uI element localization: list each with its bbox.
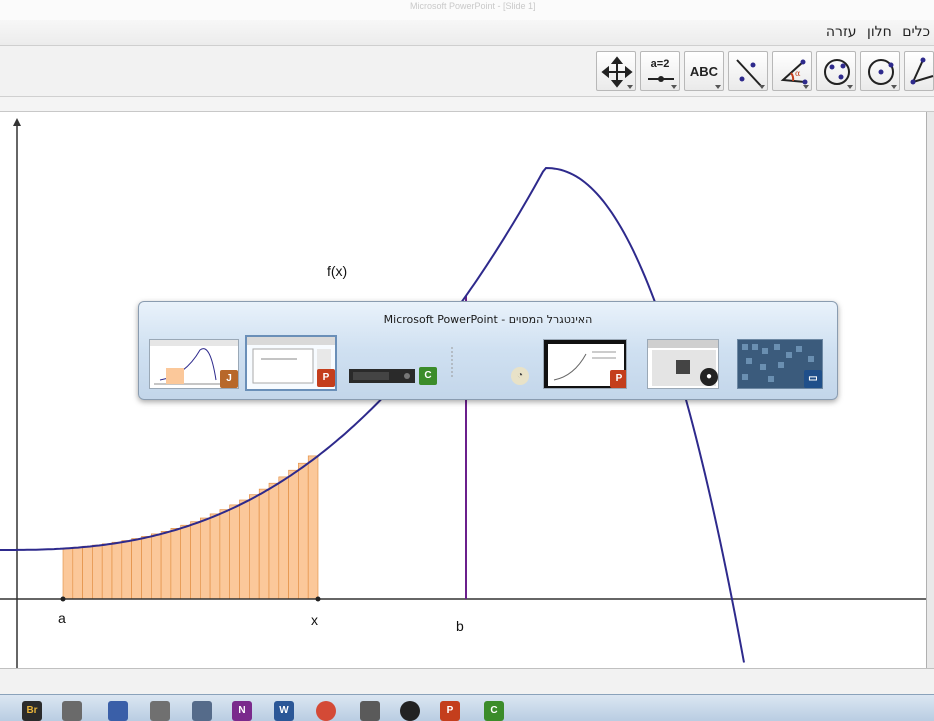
app-window-thumb[interactable]: ◔ [509,339,531,389]
tool-menu-caret-icon [759,85,765,89]
point-b-label: b [456,618,464,634]
menu-bar: כלים חלון עזרה [0,20,934,46]
desktop-thumb[interactable]: ▭ [737,339,823,389]
riemann-bar [190,521,201,600]
desktop-icon: ▭ [804,370,822,388]
riemann-bar [62,547,74,600]
window-right-border [926,112,934,668]
bridge-icon[interactable]: Br [22,701,42,721]
onenote-icon[interactable]: N [232,701,252,721]
blank-preview [451,347,453,379]
media-icon: ● [700,368,718,386]
circle-tool[interactable] [860,51,900,91]
riemann-bar [170,527,181,600]
paint-app-icon[interactable] [62,701,82,721]
camtasia-recorder-thumb[interactable]: C [347,339,437,389]
riemann-bar [298,462,309,600]
svg-text:α: α [795,69,801,78]
blank-window-thumb[interactable] [447,339,457,389]
tools-app-icon[interactable] [360,701,380,721]
point-x[interactable] [315,596,321,602]
chrome-icon[interactable] [316,701,336,721]
riemann-bar [111,541,123,600]
task-switcher-title: Microsoft PowerPoint - האינטגרל המסוים [383,313,593,326]
tool-menu-caret-icon [891,85,897,89]
media-player-icon[interactable] [400,701,420,721]
riemann-bar [258,488,270,600]
riemann-bar [141,536,152,600]
tool-menu-caret-icon [715,85,721,89]
polygon-tool[interactable] [904,51,934,91]
riemann-bar [131,538,142,600]
riemann-bar [200,517,211,600]
geogebra-toolbar: a=2 ABC α [0,46,934,97]
camtasia-icon: C [419,367,437,385]
riemann-bar [268,482,280,600]
riemann-bar [288,469,299,600]
text-tool[interactable]: ABC [684,51,724,91]
menu-tools[interactable]: כלים [902,24,930,40]
media-window-thumb[interactable]: ● [647,339,719,389]
tool-menu-caret-icon [627,85,633,89]
move-graphics-view-tool[interactable] [596,51,636,91]
riemann-bar [219,509,230,600]
menu-help[interactable]: עזרה [826,24,857,40]
window-title: Microsoft PowerPoint - [Slide 1] [410,1,536,11]
text-tool-text: ABC [689,64,719,79]
menu-window[interactable]: חלון [867,24,892,40]
writing-app-icon[interactable] [192,701,212,721]
camtasia-taskbar-icon[interactable]: C [484,701,504,721]
riemann-bar [229,504,240,600]
riemann-bar [160,530,172,600]
polygon-icon [910,57,934,85]
powerpoint-window-thumb[interactable]: P [245,335,337,391]
powerpoint-icon: P [610,370,626,388]
riemann-sum-bars [62,455,319,600]
powerpoint-icon: P [317,369,335,387]
function-label: f(x) [327,263,348,279]
reflect-line-tool[interactable] [728,51,768,91]
menu-items: כלים חלון עזרה [820,24,930,40]
gear-app-icon[interactable] [150,701,170,721]
window-title-bar: Microsoft PowerPoint - [Slide 1] [0,0,934,20]
riemann-bar [180,524,191,600]
riemann-bar [209,513,221,600]
riemann-bar [307,455,319,600]
point-a[interactable] [60,596,66,602]
view-divider-strip [0,97,934,112]
riemann-bar [278,476,289,600]
word-icon[interactable]: W [274,701,294,721]
task-switcher: Microsoft PowerPoint - האינטגרל המסוים J… [138,301,838,400]
riemann-bar [92,544,103,600]
riemann-bar [121,540,132,600]
riemann-bar [151,533,162,600]
point-x-label: x [311,612,318,628]
tool-menu-caret-icon [847,85,853,89]
tool-menu-caret-icon [803,85,809,89]
powerpoint-taskbar-icon[interactable]: P [440,701,460,721]
powerpoint-slide-thumb[interactable]: P [543,339,627,389]
windows-taskbar: Br N W P C [0,694,934,721]
clock-app-icon: ◔ [511,367,529,385]
checkmark-app-icon[interactable] [108,701,128,721]
bottom-strip [0,668,934,695]
angle-tool[interactable]: α [772,51,812,91]
riemann-bar [239,499,250,600]
geogebra-window-thumb[interactable]: J [149,339,239,389]
slider-tool[interactable]: a=2 [640,51,680,91]
tool-menu-caret-icon [671,85,677,89]
riemann-bar [101,543,113,600]
java-icon: J [220,370,238,388]
conic-tool[interactable] [816,51,856,91]
riemann-bar [249,494,260,600]
riemann-bar [72,546,83,600]
riemann-bar [82,545,93,600]
point-a-label: a [58,610,66,626]
y-axis-arrow-icon [13,118,21,126]
